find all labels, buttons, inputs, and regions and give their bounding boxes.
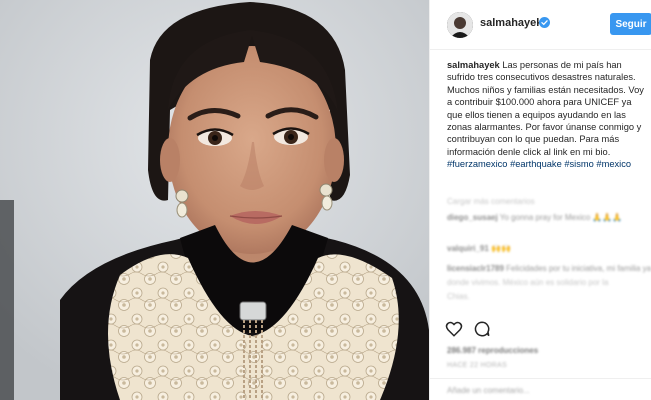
- comment-input-area[interactable]: Añade un comentario...: [430, 378, 651, 400]
- post-photo[interactable]: [0, 0, 429, 400]
- post-actions: [445, 320, 645, 340]
- comment-item: valquiri_91 🙌🙌: [447, 244, 511, 253]
- post-header: salmahayek Seguir: [430, 0, 651, 50]
- hashtag-link[interactable]: #earthquake: [510, 159, 562, 169]
- comment-input-placeholder[interactable]: Añade un comentario...: [447, 386, 530, 395]
- view-count: 286.987 reproducciones: [447, 346, 539, 355]
- comment-text: 🙌🙌: [491, 244, 511, 253]
- comment-username[interactable]: licensiaclr1789: [447, 264, 504, 273]
- hashtag-link[interactable]: #fuerzamexico: [447, 159, 507, 169]
- post-username[interactable]: salmahayek: [480, 17, 542, 29]
- load-more-comments[interactable]: Cargar más comentarios: [447, 197, 535, 206]
- follow-button[interactable]: Seguir: [610, 13, 651, 35]
- hashtag-link[interactable]: #mexico: [596, 159, 631, 169]
- heart-icon[interactable]: [445, 320, 463, 338]
- comment-icon[interactable]: [473, 320, 491, 338]
- comment-item: diego_susaej Yo gonna pray for Mexico 🙏🙏…: [447, 213, 622, 222]
- comment-text: Yo gonna pray for Mexico 🙏🙏🙏: [499, 213, 623, 222]
- post-timestamp: HACE 22 HORAS: [447, 362, 507, 369]
- comment-text: Felicidades por tu iniciativa, mi famili…: [506, 264, 651, 273]
- comment-username[interactable]: valquiri_91: [447, 244, 489, 253]
- comment-text-continued: donde vivimos. México aún es solidario p…: [447, 278, 609, 287]
- avatar[interactable]: [447, 12, 473, 38]
- comment-text-continued: Chias.: [447, 292, 470, 301]
- caption-text: Las personas de mi país han sufrido tres…: [447, 60, 644, 157]
- comment-item: licensiaclr1789 Felicidades por tu inici…: [447, 264, 651, 273]
- post-sidebar: salmahayek Seguir salmahayek Las persona…: [429, 0, 651, 400]
- caption-username[interactable]: salmahayek: [447, 60, 500, 70]
- avatar-image: [447, 12, 473, 38]
- verified-badge-icon: [539, 17, 550, 28]
- comment-username[interactable]: diego_susaej: [447, 213, 498, 222]
- portrait-image: [0, 0, 429, 400]
- post-caption: salmahayek Las personas de mi país han s…: [447, 59, 645, 171]
- hashtag-link[interactable]: #sismo: [564, 159, 593, 169]
